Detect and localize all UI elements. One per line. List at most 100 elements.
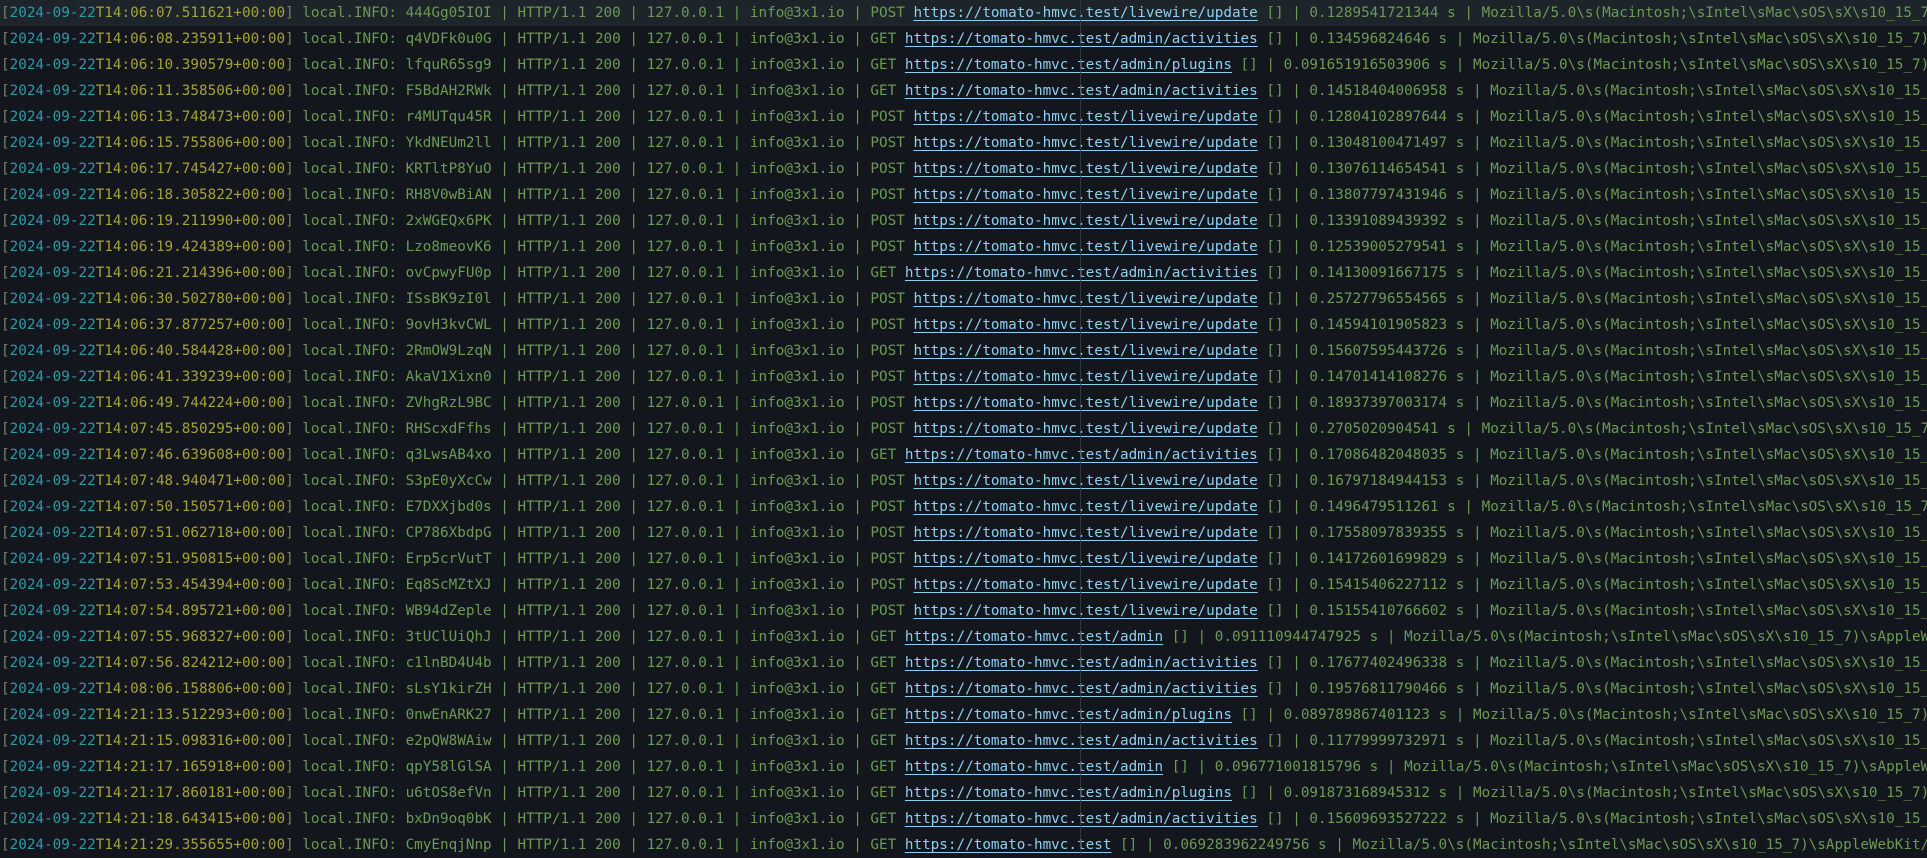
log-line[interactable]: [2024-09-22T14:06:19.424389+00:00] local… [0,234,1927,260]
log-line[interactable]: [2024-09-22T14:06:49.744224+00:00] local… [0,390,1927,416]
request-url[interactable]: https://tomato-hmvc.test/admin/activitie… [905,733,1258,749]
log-line[interactable]: [2024-09-22T14:21:15.098316+00:00] local… [0,728,1927,754]
http-method: | POST [844,499,914,515]
log-line[interactable]: [2024-09-22T14:06:13.748473+00:00] local… [0,104,1927,130]
http-method: | POST [844,473,914,489]
request-url[interactable]: https://tomato-hmvc.test/admin/activitie… [905,265,1258,281]
request-url[interactable]: https://tomato-hmvc.test/admin [905,759,1163,775]
request-url[interactable]: https://tomato-hmvc.test/livewire/update [913,369,1257,385]
log-line[interactable]: [2024-09-22T14:07:48.940471+00:00] local… [0,468,1927,494]
client-ip: | 127.0.0.1 [620,759,725,775]
request-id: YkdNEUm2ll [405,135,492,151]
log-line[interactable]: [2024-09-22T14:07:51.950815+00:00] local… [0,546,1927,572]
bracket-close: ] [285,655,294,671]
request-url[interactable]: https://tomato-hmvc.test/admin/activitie… [905,447,1258,463]
log-line[interactable]: [2024-09-22T14:08:06.158806+00:00] local… [0,676,1927,702]
log-line[interactable]: [2024-09-22T14:07:56.824212+00:00] local… [0,650,1927,676]
request-url[interactable]: https://tomato-hmvc.test/admin [905,629,1163,645]
log-line[interactable]: [2024-09-22T14:21:18.643415+00:00] local… [0,806,1927,832]
log-line[interactable]: [2024-09-22T14:06:08.235911+00:00] local… [0,26,1927,52]
log-level: local.INFO: [293,239,406,255]
request-url[interactable]: https://tomato-hmvc.test/livewire/update [913,577,1257,593]
request-url[interactable]: https://tomato-hmvc.test/admin/activitie… [905,83,1258,99]
request-params: [] [1257,5,1284,21]
request-url[interactable]: https://tomato-hmvc.test/livewire/update [913,135,1257,151]
request-url[interactable]: https://tomato-hmvc.test/admin/activitie… [905,655,1258,671]
log-date: 2024-09-22 [9,213,96,229]
request-url[interactable]: https://tomato-hmvc.test/livewire/update [913,395,1257,411]
log-line[interactable]: [2024-09-22T14:21:17.165918+00:00] local… [0,754,1927,780]
request-id: ISsBK9zI0l [405,291,492,307]
request-url[interactable]: https://tomato-hmvc.test/admin/activitie… [905,681,1258,697]
duration: | 0.091110944747925 s [1188,629,1379,645]
log-line[interactable]: [2024-09-22T14:07:55.968327+00:00] local… [0,624,1927,650]
log-line[interactable]: [2024-09-22T14:21:29.355655+00:00] local… [0,832,1927,858]
request-url[interactable]: https://tomato-hmvc.test/livewire/update [913,109,1257,125]
log-line[interactable]: [2024-09-22T14:06:11.358506+00:00] local… [0,78,1927,104]
log-line[interactable]: [2024-09-22T14:06:37.877257+00:00] local… [0,312,1927,338]
log-line[interactable]: [2024-09-22T14:07:46.639608+00:00] local… [0,442,1927,468]
bracket-open: [ [1,83,10,99]
request-url[interactable]: https://tomato-hmvc.test/admin/plugins [905,785,1232,801]
request-url[interactable]: https://tomato-hmvc.test/admin/activitie… [905,31,1258,47]
http-method: | GET [844,785,905,801]
log-line[interactable]: [2024-09-22T14:06:40.584428+00:00] local… [0,338,1927,364]
request-url[interactable]: https://tomato-hmvc.test/livewire/update [913,603,1257,619]
client-ip: | 127.0.0.1 [620,213,725,229]
request-url[interactable]: https://tomato-hmvc.test/livewire/update [913,525,1257,541]
client-ip: | 127.0.0.1 [620,681,725,697]
log-line[interactable]: [2024-09-22T14:06:41.339239+00:00] local… [0,364,1927,390]
log-line[interactable]: [2024-09-22T14:07:51.062718+00:00] local… [0,520,1927,546]
user-email: | info@3x1.io [724,811,845,827]
log-line[interactable]: [2024-09-22T14:06:17.745427+00:00] local… [0,156,1927,182]
request-url[interactable]: https://tomato-hmvc.test/livewire/update [913,187,1257,203]
log-line[interactable]: [2024-09-22T14:07:45.850295+00:00] local… [0,416,1927,442]
request-params: [] [1163,759,1189,775]
duration: | 0.134596824646 s [1283,31,1448,47]
request-params: [] [1257,317,1284,333]
duration: | 0.13391089439392 s [1283,213,1465,229]
request-url[interactable]: https://tomato-hmvc.test/livewire/update [913,551,1257,567]
log-line[interactable]: [2024-09-22T14:21:13.512293+00:00] local… [0,702,1927,728]
log-line[interactable]: [2024-09-22T14:07:54.895721+00:00] local… [0,598,1927,624]
request-url[interactable]: https://tomato-hmvc.test/admin/activitie… [905,811,1258,827]
log-line[interactable]: [2024-09-22T14:07:53.454394+00:00] local… [0,572,1927,598]
request-url[interactable]: https://tomato-hmvc.test/livewire/update [913,343,1257,359]
request-url[interactable]: https://tomato-hmvc.test [905,837,1112,853]
bracket-close: ] [285,265,294,281]
request-url[interactable]: https://tomato-hmvc.test/livewire/update [913,239,1257,255]
log-line[interactable]: [2024-09-22T14:06:15.755806+00:00] local… [0,130,1927,156]
request-url[interactable]: https://tomato-hmvc.test/livewire/update [913,5,1257,21]
log-line[interactable]: [2024-09-22T14:06:19.211990+00:00] local… [0,208,1927,234]
log-date: 2024-09-22 [9,291,96,307]
log-level: local.INFO: [293,707,406,723]
log-line[interactable]: [2024-09-22T14:06:18.305822+00:00] local… [0,182,1927,208]
request-url[interactable]: https://tomato-hmvc.test/livewire/update [913,161,1257,177]
bracket-close: ] [285,213,294,229]
log-line[interactable]: [2024-09-22T14:07:50.150571+00:00] local… [0,494,1927,520]
log-line[interactable]: [2024-09-22T14:06:07.511621+00:00] local… [0,0,1927,26]
protocol-status: | HTTP/1.1 200 [491,161,621,177]
user-agent: | Mozilla/5.0\s(Macintosh;\sIntel\sMac\s… [1472,291,1927,307]
request-url[interactable]: https://tomato-hmvc.test/livewire/update [913,421,1257,437]
request-url[interactable]: https://tomato-hmvc.test/livewire/update [913,291,1257,307]
request-url[interactable]: https://tomato-hmvc.test/admin/plugins [905,57,1232,73]
request-url[interactable]: https://tomato-hmvc.test/livewire/update [913,317,1257,333]
bracket-open: [ [1,395,10,411]
user-agent: | Mozilla/5.0\s(Macintosh;\sIntel\sMac\s… [1455,31,1927,47]
log-line[interactable]: [2024-09-22T14:21:17.860181+00:00] local… [0,780,1927,806]
log-line[interactable]: [2024-09-22T14:06:30.502780+00:00] local… [0,286,1927,312]
request-url[interactable]: https://tomato-hmvc.test/livewire/update [913,473,1257,489]
request-url[interactable]: https://tomato-hmvc.test/livewire/update [913,213,1257,229]
request-url[interactable]: https://tomato-hmvc.test/livewire/update [913,499,1257,515]
log-date: 2024-09-22 [9,707,96,723]
log-line[interactable]: [2024-09-22T14:06:10.390579+00:00] local… [0,52,1927,78]
user-email: | info@3x1.io [724,655,845,671]
request-url[interactable]: https://tomato-hmvc.test/admin/plugins [905,707,1232,723]
user-email: | info@3x1.io [724,135,845,151]
bracket-close: ] [285,473,294,489]
log-line[interactable]: [2024-09-22T14:06:21.214396+00:00] local… [0,260,1927,286]
log-time: T14:06:07.511621+00:00 [95,5,286,21]
log-level: local.INFO: [293,629,406,645]
log-date: 2024-09-22 [9,447,96,463]
